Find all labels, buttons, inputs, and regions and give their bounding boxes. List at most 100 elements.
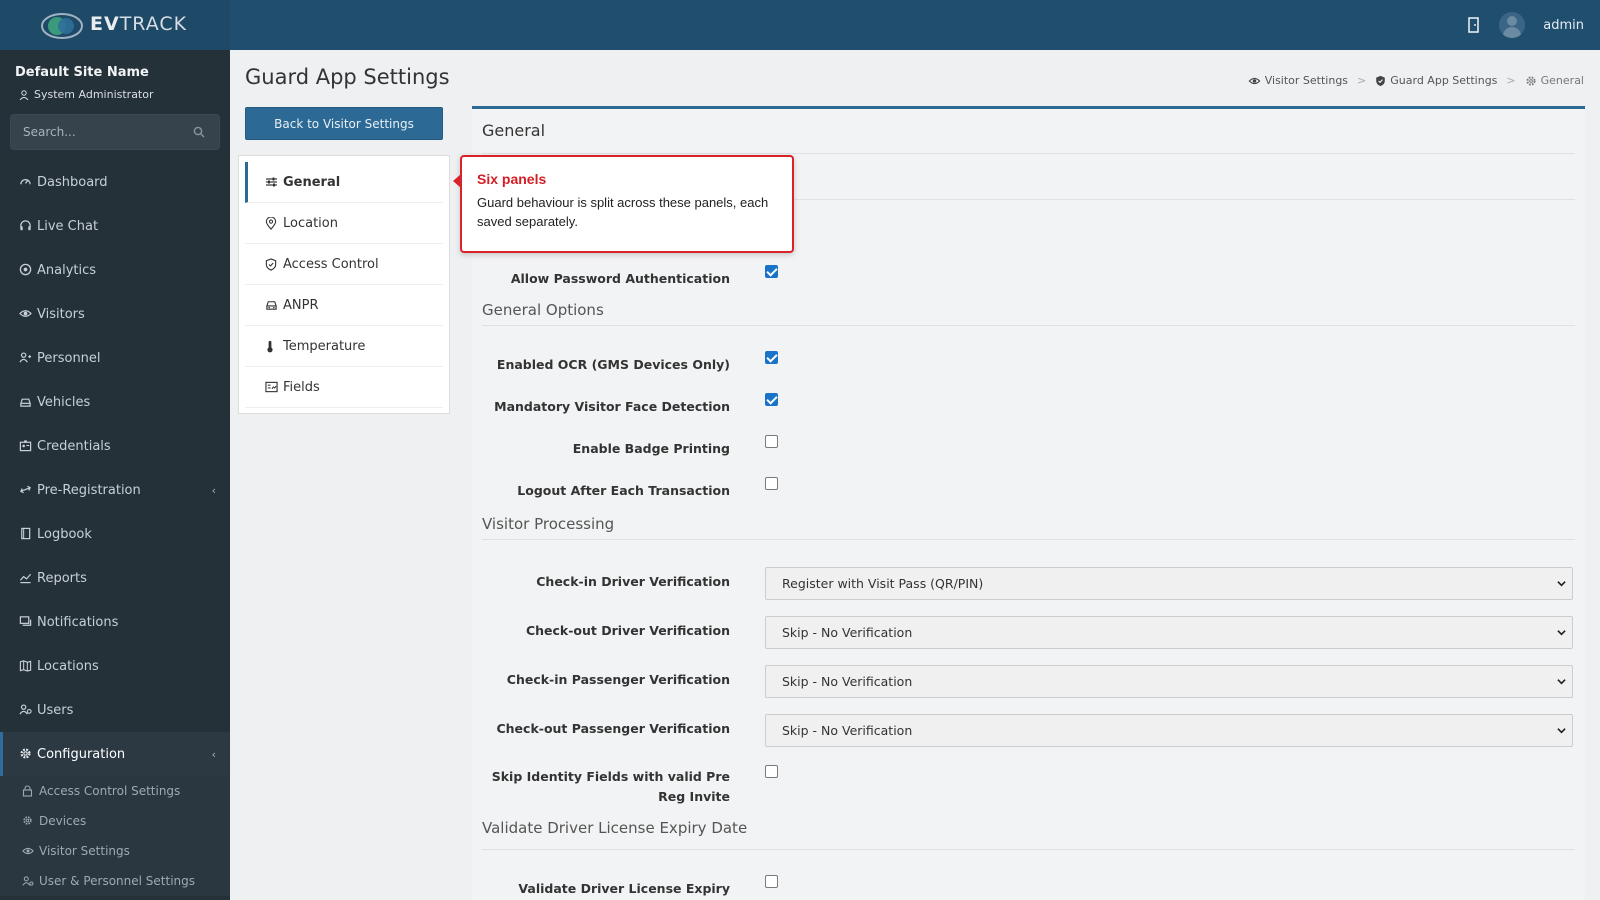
eye-icon	[1248, 77, 1261, 84]
validate-license-checkbox[interactable]	[765, 875, 778, 888]
breadcrumb: Visitor Settings > Guard App Settings > …	[1248, 74, 1584, 87]
general-options-heading: General Options	[482, 301, 604, 319]
sidebar: Default Site Name System Administrator D…	[0, 50, 230, 900]
sidebar-item-notifications[interactable]: Notifications	[0, 600, 230, 644]
enabled-ocr-checkbox[interactable]	[765, 351, 778, 364]
chart-icon	[19, 571, 33, 585]
logo-icon	[41, 13, 83, 39]
site-name: Default Site Name	[15, 65, 149, 80]
panel-tab-location[interactable]: Location	[245, 203, 443, 244]
sidebar-item-pre-registration[interactable]: Pre-Registration ‹	[0, 468, 230, 512]
chevron-down-icon	[1557, 728, 1566, 734]
user-name[interactable]: admin	[1543, 18, 1584, 33]
sidebar-item-users[interactable]: Users	[0, 688, 230, 732]
users-icon	[19, 703, 33, 717]
validate-license-heading: Validate Driver License Expiry Date	[482, 819, 748, 837]
sidebar-item-credentials[interactable]: Credentials	[0, 424, 230, 468]
checkout-passenger-verification-select[interactable]: Skip - No Verification	[765, 714, 1573, 747]
sidebar-nav: Dashboard Live Chat Analytics Visitors P…	[0, 160, 230, 896]
sidebar-item-analytics[interactable]: Analytics	[0, 248, 230, 292]
panel-tab-anpr[interactable]: ANPR	[245, 285, 443, 326]
personnel-icon	[19, 351, 33, 365]
checkin-passenger-verification-label: Check-in Passenger Verification	[506, 672, 730, 687]
gear-icon	[19, 747, 33, 761]
chevron-down-icon	[1557, 630, 1566, 636]
logout-after-transaction-checkbox[interactable]	[765, 477, 778, 490]
chevron-down-icon	[1557, 581, 1566, 587]
user-icon	[19, 89, 29, 100]
checkout-driver-verification-select[interactable]: Skip - No Verification	[765, 616, 1573, 649]
checkout-passenger-verification-label: Check-out Passenger Verification	[496, 721, 730, 736]
panel-tab-general[interactable]: General	[245, 162, 443, 203]
callout-title: Six panels	[477, 171, 547, 187]
page-title: Guard App Settings	[245, 65, 450, 89]
checkin-passenger-verification-select[interactable]: Skip - No Verification	[765, 665, 1573, 698]
shield-check-icon	[265, 257, 278, 271]
breadcrumb-separator: >	[1506, 74, 1516, 87]
sidebar-subitem-devices[interactable]: Devices	[0, 806, 230, 836]
sidebar-item-logbook[interactable]: Logbook	[0, 512, 230, 556]
lock-icon	[22, 785, 34, 797]
shield-icon	[1376, 75, 1386, 86]
sidebar-subitem-access-control-settings[interactable]: Access Control Settings	[0, 776, 230, 806]
sidebar-item-locations[interactable]: Locations	[0, 644, 230, 688]
headset-icon	[19, 219, 33, 233]
book-icon	[19, 527, 33, 541]
logout-after-transaction-label: Logout After Each Transaction	[517, 483, 730, 498]
car-icon	[19, 395, 33, 409]
sidebar-item-configuration[interactable]: Configuration ‹	[0, 732, 230, 776]
breadcrumb-general: General	[1525, 74, 1584, 87]
sidebar-item-visitors[interactable]: Visitors	[0, 292, 230, 336]
divider	[482, 325, 1575, 326]
thermometer-icon	[265, 340, 278, 353]
panel-tab-access-control[interactable]: Access Control	[245, 244, 443, 285]
callout-body: Guard behaviour is split across these pa…	[477, 195, 769, 229]
form-icon	[265, 381, 278, 394]
car-icon	[265, 299, 278, 312]
card-title: General	[482, 121, 546, 140]
allow-password-auth-label: Allow Password Authentication	[510, 271, 730, 286]
analytics-icon	[19, 263, 33, 277]
map-icon	[19, 659, 33, 673]
divider	[482, 539, 1575, 540]
skip-identity-fields-label: Skip Identity Fields with valid Pre Reg …	[491, 769, 730, 804]
eye-icon	[19, 307, 33, 321]
search-icon[interactable]	[193, 126, 205, 138]
sidebar-search	[10, 114, 220, 150]
brand-logo[interactable]: EVTRACK	[0, 0, 230, 50]
gear-icon	[1526, 75, 1536, 86]
chevron-left-icon: ‹	[211, 748, 216, 761]
user-settings-icon	[22, 875, 34, 887]
user-role: System Administrator	[19, 88, 154, 101]
exit-icon[interactable]	[1467, 16, 1481, 34]
divider	[482, 153, 1575, 154]
skip-identity-fields-checkbox[interactable]	[765, 765, 778, 778]
checkin-driver-verification-select[interactable]: Register with Visit Pass (QR/PIN)	[765, 567, 1573, 600]
chat-icon	[19, 615, 33, 629]
panel-tab-fields[interactable]: Fields	[245, 367, 443, 408]
breadcrumb-guard-app-settings[interactable]: Guard App Settings	[1375, 74, 1497, 87]
top-navbar: EVTRACK admin	[0, 0, 1600, 50]
enable-badge-printing-label: Enable Badge Printing	[572, 441, 730, 456]
search-input[interactable]	[11, 115, 186, 149]
sidebar-item-personnel[interactable]: Personnel	[0, 336, 230, 380]
allow-password-auth-checkbox[interactable]	[765, 265, 778, 278]
sidebar-item-live-chat[interactable]: Live Chat	[0, 204, 230, 248]
back-to-visitor-settings-button[interactable]: Back to Visitor Settings	[245, 107, 443, 140]
sidebar-subitem-user-personnel-settings[interactable]: User & Personnel Settings	[0, 866, 230, 896]
sidebar-subitem-visitor-settings[interactable]: Visitor Settings	[0, 836, 230, 866]
gear-icon	[22, 815, 34, 827]
sidebar-item-vehicles[interactable]: Vehicles	[0, 380, 230, 424]
chevron-left-icon: ‹	[211, 484, 216, 497]
enable-badge-printing-checkbox[interactable]	[765, 435, 778, 448]
eye-icon	[22, 845, 34, 857]
sidebar-item-reports[interactable]: Reports	[0, 556, 230, 600]
map-pin-icon	[265, 216, 278, 230]
panel-tab-temperature[interactable]: Temperature	[245, 326, 443, 367]
breadcrumb-separator: >	[1357, 74, 1367, 87]
user-avatar[interactable]	[1499, 12, 1526, 38]
sidebar-item-dashboard[interactable]: Dashboard	[0, 160, 230, 204]
mandatory-face-detection-checkbox[interactable]	[765, 393, 778, 406]
breadcrumb-visitor-settings[interactable]: Visitor Settings	[1248, 74, 1348, 87]
visitor-processing-heading: Visitor Processing	[482, 515, 615, 533]
